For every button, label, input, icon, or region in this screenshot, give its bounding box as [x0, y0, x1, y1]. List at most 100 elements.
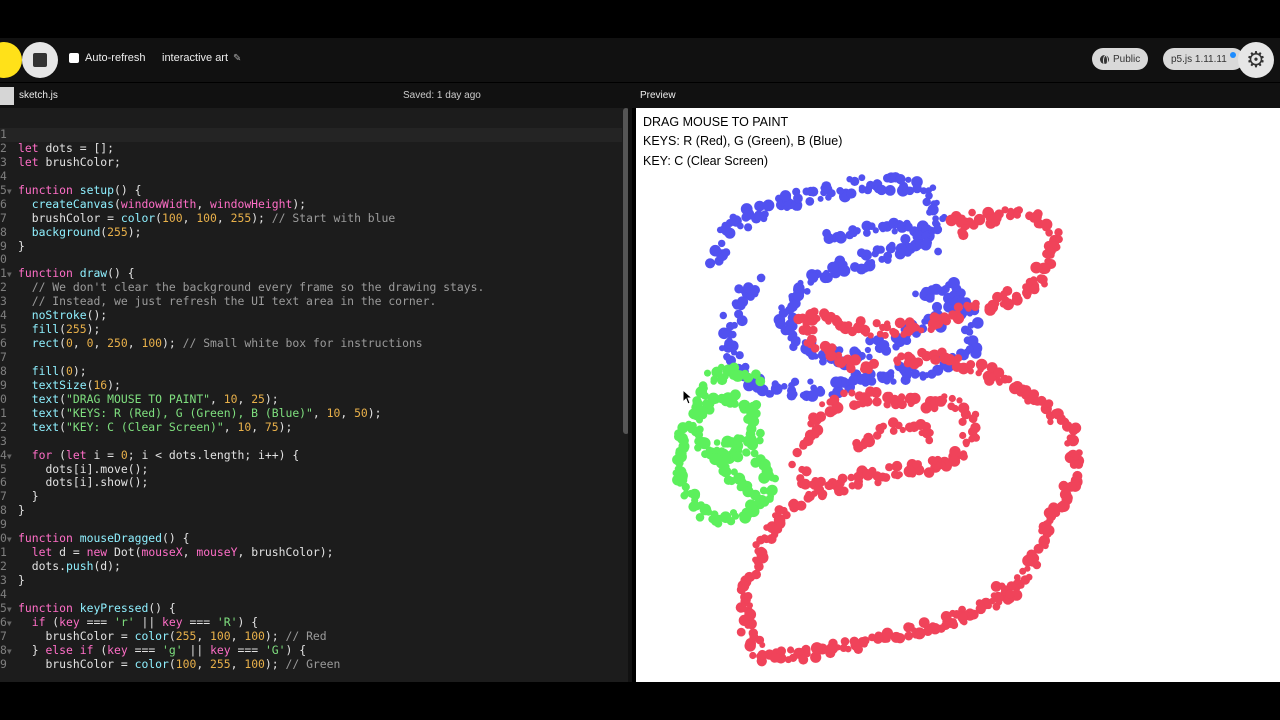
code-text[interactable]: } else if (key === 'g' || key === 'G') {	[18, 643, 306, 658]
code-text[interactable]: // We don't clear the background every f…	[18, 280, 485, 295]
code-line[interactable]: 3 let brushColor;	[0, 154, 484, 170]
code-line[interactable]: 1 let d = new Dot(mouseX, mouseY, brushC…	[0, 545, 484, 560]
code-text[interactable]: noStroke();	[18, 308, 107, 323]
code-line[interactable]: 7 }	[0, 489, 484, 504]
stop-button[interactable]	[22, 42, 58, 78]
code-text[interactable]: textSize(16);	[18, 378, 121, 393]
code-text[interactable]: function setup() {	[18, 183, 141, 198]
code-line[interactable]: 1▼ function draw() {	[0, 266, 484, 281]
code-editor[interactable]: 1 2 let dots = []; 3 let brushColor; 4 5▼ funct…	[0, 108, 632, 682]
code-line[interactable]: 6 createCanvas(windowWidth, windowHeight…	[0, 197, 484, 212]
code-text[interactable]: text("KEY: C (Clear Screen)", 10, 75);	[18, 420, 293, 435]
code-line[interactable]: 0 text("DRAG MOUSE TO PAINT", 10, 25);	[0, 392, 484, 407]
editor-scroll-thumb[interactable]	[623, 108, 628, 434]
code-text[interactable]: text("DRAG MOUSE TO PAINT", 10, 25);	[18, 392, 279, 407]
code-line[interactable]: 4▼ for (let i = 0; i < dots.length; i++)…	[0, 447, 484, 463]
code-line[interactable]: 7 brushColor = color(255, 100, 100); // …	[0, 629, 484, 644]
code-text[interactable]: fill(255);	[18, 322, 101, 337]
code-line[interactable]: 8▼ } else if (key === 'g' || key === 'G'…	[0, 643, 484, 658]
code-line[interactable]: 5 dots[i].move();	[0, 462, 484, 477]
code-line[interactable]: 2 text("KEY: C (Clear Screen)", 10, 75);	[0, 420, 484, 435]
line-number: 4▼	[0, 447, 12, 462]
code-text[interactable]: function keyPressed() {	[18, 601, 176, 616]
code-text[interactable]: }	[18, 489, 39, 504]
file-tab[interactable]: sketch.js	[19, 90, 58, 101]
code-text[interactable]: createCanvas(windowWidth, windowHeight);	[18, 197, 306, 212]
code-line[interactable]: 0▼ function mouseDragged() {	[0, 531, 484, 546]
code-line[interactable]: 9 brushColor = color(100, 255, 100); // …	[0, 657, 484, 672]
code-text[interactable]: background(255);	[18, 225, 142, 240]
code-line[interactable]: 6 dots[i].show();	[0, 475, 484, 490]
code-text[interactable]: text("KEYS: R (Red), G (Green), B (Blue)…	[18, 406, 382, 421]
code-line[interactable]: 3 // Instead, we just refresh the UI tex…	[0, 294, 484, 309]
code-line[interactable]: 9}	[0, 239, 484, 254]
code-line[interactable]: 6▼ if (key === 'r' || key === 'R') {	[0, 614, 484, 630]
gear-icon: ⚙	[1246, 47, 1266, 72]
instruction-line-1: DRAG MOUSE TO PAINT	[643, 115, 789, 129]
code-line[interactable]: 2 let dots = [];	[0, 141, 484, 156]
code-text[interactable]: for (let i = 0; i < dots.length; i++) {	[18, 448, 299, 463]
code-line[interactable]: 1 text("KEYS: R (Red), G (Green), B (Blu…	[0, 406, 484, 421]
code-text[interactable]: let brushColor;	[18, 155, 121, 170]
code-line[interactable]: 4	[0, 587, 484, 602]
line-number: 1	[0, 545, 7, 560]
code-line[interactable]: 0	[0, 252, 484, 267]
code-line[interactable]: 2 // We don't clear the background every…	[0, 280, 485, 295]
code-text[interactable]: function mouseDragged() {	[18, 531, 189, 546]
visibility-button[interactable]: Public	[1092, 48, 1149, 70]
code-text[interactable]: dots[i].show();	[18, 475, 148, 490]
line-number: 1▼	[0, 266, 12, 281]
code-text[interactable]: brushColor = color(100, 100, 255); // St…	[18, 211, 396, 226]
code-text[interactable]: dots[i].move();	[18, 462, 148, 477]
code-line[interactable]: 4 noStroke();	[0, 308, 484, 323]
auto-refresh-toggle[interactable]: Auto-refresh	[69, 52, 146, 64]
code-text[interactable]: dots.push(d);	[18, 559, 121, 574]
code-line[interactable]: 7	[0, 350, 484, 365]
stop-icon	[33, 53, 47, 67]
code-line[interactable]: 3	[0, 434, 484, 449]
code-line[interactable]: 5 fill(255);	[0, 322, 484, 337]
line-number: 3	[0, 154, 7, 169]
line-number: 2	[0, 559, 7, 574]
play-button[interactable]	[0, 42, 22, 78]
code-line[interactable]: 4	[0, 169, 484, 184]
line-number: 6▼	[0, 614, 12, 629]
line-number: 7	[0, 489, 7, 504]
code-text[interactable]: // Instead, we just refresh the UI text …	[18, 294, 437, 309]
preview-canvas[interactable]: DRAG MOUSE TO PAINT KEYS: R (Red), G (Gr…	[636, 108, 1280, 682]
code-text[interactable]: }	[18, 573, 25, 588]
code-line[interactable]: 8 background(255);	[0, 225, 484, 240]
code-text[interactable]: }	[18, 503, 25, 518]
code-line[interactable]: 5▼ function setup() {	[0, 183, 484, 198]
code-text[interactable]: brushColor = color(100, 255, 100); // Gr…	[18, 657, 340, 672]
settings-button[interactable]: ⚙	[1238, 42, 1274, 78]
code-text[interactable]: let d = new Dot(mouseX, mouseY, brushCol…	[18, 545, 334, 560]
code-line[interactable]: 1	[0, 127, 484, 142]
code-lines[interactable]: 1 2 let dots = []; 3 let brushColor; 4 5▼ funct…	[0, 127, 485, 672]
pencil-icon[interactable]: ✎	[233, 53, 241, 64]
code-text[interactable]: }	[18, 239, 25, 254]
line-number: 4	[0, 308, 7, 323]
code-line[interactable]: 8 fill(0);	[0, 363, 484, 379]
code-text[interactable]: rect(0, 0, 250, 100); // Small white box…	[18, 336, 423, 351]
code-line[interactable]: 6 rect(0, 0, 250, 100); // Small white b…	[0, 336, 484, 351]
code-text[interactable]: if (key === 'r' || key === 'R') {	[18, 615, 258, 630]
code-line[interactable]: 9 textSize(16);	[0, 378, 484, 393]
code-line[interactable]: 5▼ function keyPressed() {	[0, 601, 484, 616]
code-line[interactable]: 8}	[0, 503, 484, 518]
code-text[interactable]: let dots = [];	[18, 141, 114, 156]
sidebar-toggle[interactable]	[0, 87, 14, 105]
code-text[interactable]: function draw() {	[18, 266, 135, 281]
line-number: 8	[0, 363, 7, 378]
code-text[interactable]: fill(0);	[18, 364, 87, 379]
code-line[interactable]: 3}	[0, 573, 484, 588]
code-line[interactable]: 2 dots.push(d);	[0, 559, 484, 574]
code-line[interactable]: 9	[0, 517, 484, 532]
code-text[interactable]: brushColor = color(255, 100, 100); // Re…	[18, 629, 326, 644]
line-number: 0	[0, 252, 7, 267]
code-line[interactable]: 7 brushColor = color(100, 100, 255); // …	[0, 211, 484, 226]
auto-refresh-checkbox[interactable]	[69, 53, 79, 63]
sketch-name-editor[interactable]: interactive art ✎	[162, 52, 241, 64]
editor-scrollbar[interactable]	[622, 108, 628, 682]
version-button[interactable]: p5.js 1.11.11	[1163, 48, 1244, 70]
